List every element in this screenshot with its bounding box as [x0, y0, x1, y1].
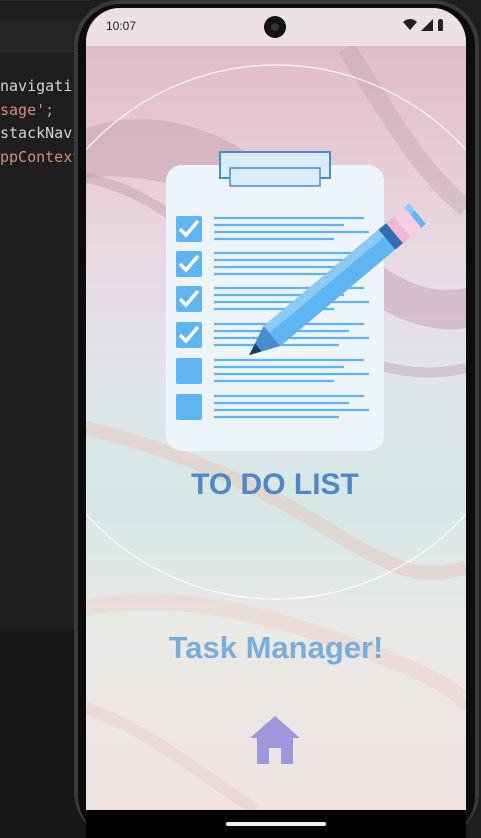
code-line-text: navigati: [0, 77, 73, 95]
status-time: 10:07: [106, 19, 137, 33]
wifi-icon: [403, 19, 417, 30]
front-camera: [264, 16, 286, 38]
battery-icon: [438, 19, 443, 31]
todo-list-illustration: TO DO LIST: [166, 151, 426, 498]
code-line-text: ppContext: [0, 148, 82, 166]
code-line: sage';: [0, 101, 54, 119]
status-bar: 10:07: [86, 8, 466, 46]
code-line: ​navigati: [0, 77, 72, 95]
page-title: Task Manager!: [168, 630, 384, 665]
code-line: stackNavi: [0, 124, 81, 142]
home-icon[interactable]: [248, 712, 302, 766]
code-line-text: stackNavi: [0, 124, 82, 142]
code-line-text: sage';: [0, 101, 55, 119]
status-icons: [403, 19, 444, 31]
app-screen: 10:07 TO DO LIST Task Manager!: [86, 8, 466, 810]
code-line: ppContext: [0, 148, 81, 166]
signal-icon: [421, 19, 433, 31]
gesture-handle[interactable]: [226, 822, 326, 826]
system-nav-bar: [86, 810, 466, 838]
todo-caption: TO DO LIST: [191, 468, 359, 498]
